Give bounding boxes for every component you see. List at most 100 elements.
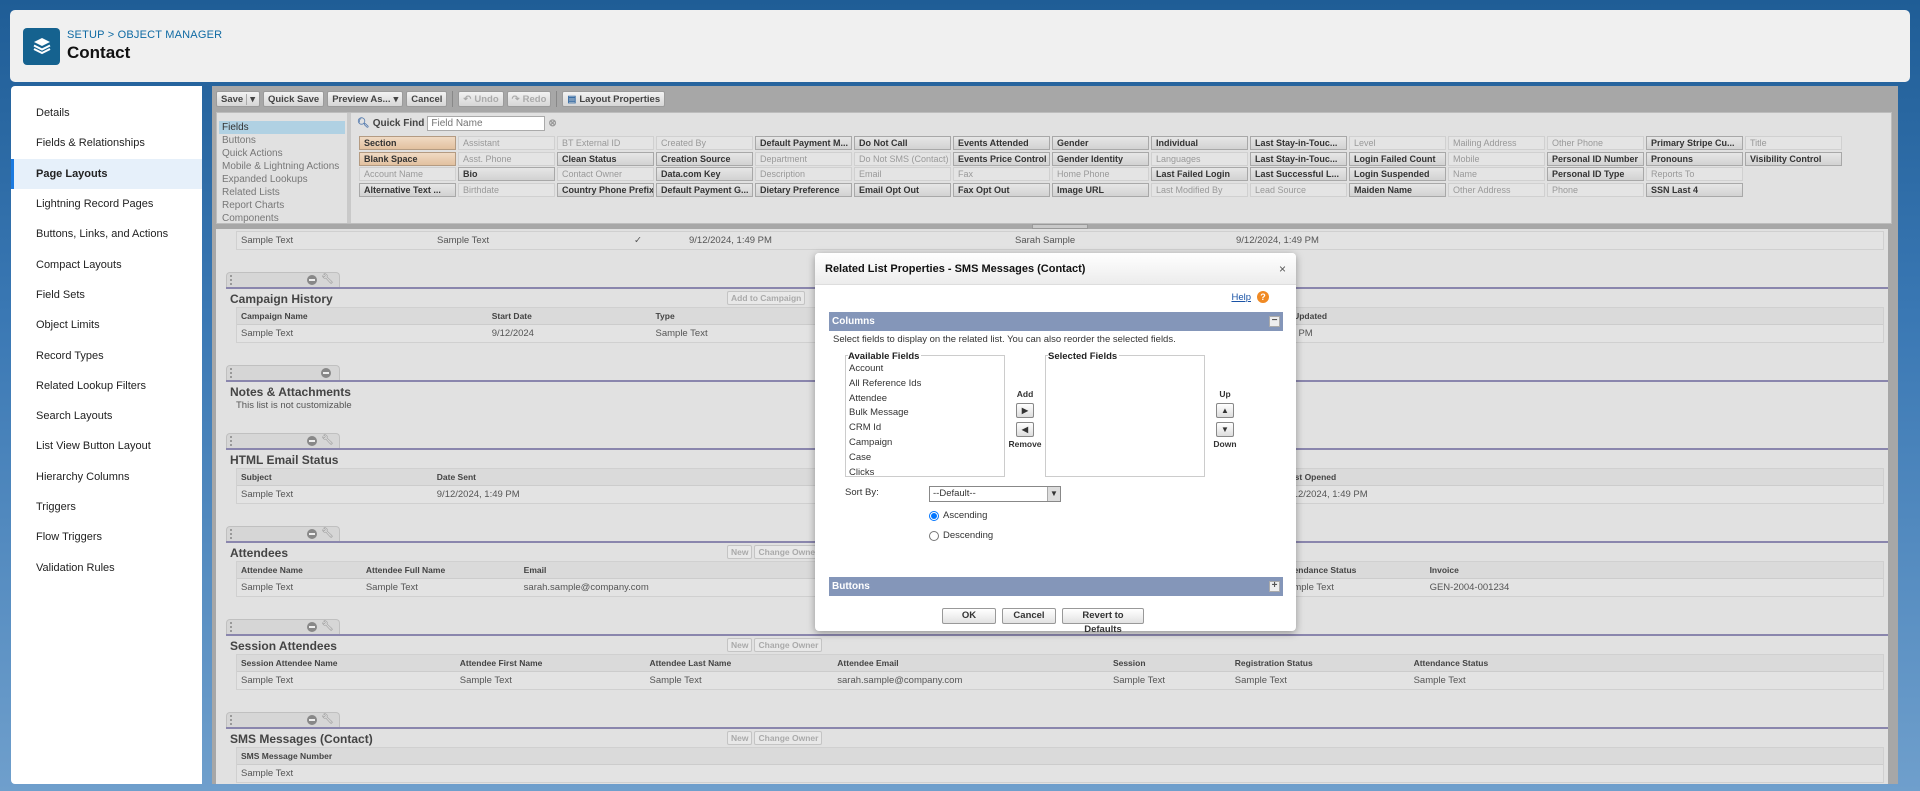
drag-handle-icon[interactable] [230, 622, 232, 632]
sidebar-item[interactable]: Field Sets [11, 280, 202, 310]
palette-field[interactable]: Gender [1052, 136, 1149, 150]
sidebar-item[interactable]: Hierarchy Columns [11, 462, 202, 492]
section-handle[interactable]: 🔧︎ [226, 272, 340, 287]
palette-category[interactable]: Buttons [219, 134, 345, 147]
palette-field[interactable]: Account Name [359, 167, 456, 181]
section-handle[interactable]: 🔧︎ [226, 526, 340, 541]
palette-field[interactable]: Do Not Call [854, 136, 951, 150]
revert-to-defaults-button[interactable]: Revert to Defaults [1062, 608, 1144, 635]
breadcrumb[interactable]: SETUP > OBJECT MANAGER [67, 29, 222, 41]
palette-category[interactable]: Fields [219, 121, 345, 134]
palette-field[interactable]: Last Stay-in-Touc... [1250, 136, 1347, 150]
sidebar-item[interactable]: Validation Rules [11, 552, 202, 582]
section-button[interactable]: Add to Campaign [727, 291, 806, 305]
palette-field[interactable]: Asst. Phone [458, 151, 555, 166]
available-field-option[interactable]: All Reference Ids [846, 377, 1004, 392]
add-button[interactable]: ▶ [1016, 403, 1034, 418]
save-button[interactable]: Save ▾ [216, 91, 260, 107]
palette-field[interactable]: Gender Identity [1052, 151, 1149, 166]
help-icon[interactable]: ? [1257, 291, 1269, 303]
clear-icon[interactable]: ⊗ [548, 118, 556, 129]
drag-handle-icon[interactable] [230, 715, 232, 725]
sidebar-item[interactable]: Buttons, Links, and Actions [11, 219, 202, 249]
palette-field[interactable]: Bio [458, 167, 555, 181]
palette-field[interactable]: Languages [1151, 151, 1248, 166]
available-field-option[interactable]: Clicks [846, 466, 1004, 481]
section-button[interactable]: Change Owner [754, 731, 823, 745]
palette-category[interactable]: Mobile & Lightning Actions [219, 160, 345, 173]
section-button[interactable]: New [727, 545, 753, 559]
palette-field[interactable]: Alternative Text ... [359, 182, 456, 197]
available-field-option[interactable]: Case [846, 451, 1004, 466]
sidebar-item[interactable]: Fields & Relationships [11, 128, 202, 158]
palette-field[interactable]: Data.com Key [656, 167, 753, 181]
palette-field[interactable]: Primary Stripe Cu... [1646, 136, 1743, 150]
palette-category[interactable]: Expanded Lookups [219, 173, 345, 186]
available-field-option[interactable]: Campaign [846, 436, 1004, 451]
sidebar-item[interactable]: Triggers [11, 492, 202, 522]
palette-field[interactable]: Department [755, 151, 852, 166]
close-icon[interactable]: × [1279, 262, 1286, 276]
palette-field[interactable]: Mailing Address [1448, 136, 1545, 150]
help-link[interactable]: Help [1231, 292, 1251, 303]
palette-field[interactable]: BT External ID [557, 136, 654, 150]
palette-field[interactable]: Home Phone [1052, 167, 1149, 181]
sort-by-select[interactable]: --Default-- ▼ [929, 486, 1061, 502]
palette-field[interactable]: Fax [953, 167, 1050, 181]
palette-field[interactable]: Image URL [1052, 182, 1149, 197]
palette-field[interactable]: Level [1349, 136, 1446, 150]
drag-handle-icon[interactable] [230, 436, 232, 446]
sidebar-item[interactable]: Related Lookup Filters [11, 371, 202, 401]
section-handle[interactable]: 🔧︎ [226, 712, 340, 727]
undo-button[interactable]: ↶ Undo [458, 91, 504, 107]
palette-field[interactable]: SSN Last 4 [1646, 182, 1743, 197]
palette-field[interactable]: Name [1448, 167, 1545, 181]
wrench-icon[interactable]: 🔧︎ [321, 435, 334, 446]
palette-field[interactable]: Other Phone [1547, 136, 1644, 150]
dialog-cancel-button[interactable]: Cancel [1002, 608, 1056, 624]
palette-field[interactable]: Events Attended [953, 136, 1050, 150]
descending-radio[interactable]: Descending [929, 530, 993, 541]
palette-field[interactable]: Personal ID Type [1547, 167, 1644, 181]
palette-category[interactable]: Related Lists [219, 186, 345, 199]
palette-field[interactable]: Birthdate [458, 182, 555, 197]
available-field-option[interactable]: Account [846, 362, 1004, 377]
palette-field[interactable]: Section [359, 136, 456, 150]
sidebar-item[interactable]: Record Types [11, 340, 202, 370]
quick-find-input[interactable] [427, 116, 546, 131]
wrench-icon[interactable]: 🔧︎ [321, 274, 334, 285]
palette-field[interactable]: Last Failed Login [1151, 167, 1248, 181]
section-button[interactable]: Change Owner [754, 545, 823, 559]
expand-icon[interactable]: + [1269, 581, 1280, 592]
layout-properties-button[interactable]: ▤ Layout Properties [562, 91, 666, 107]
columns-section-header[interactable]: Columns − [829, 312, 1283, 331]
palette-field[interactable]: Pronouns [1646, 151, 1743, 166]
remove-icon[interactable] [307, 436, 317, 446]
drag-handle-icon[interactable] [230, 529, 232, 539]
section-button[interactable]: New [727, 638, 753, 652]
palette-field[interactable]: Default Payment M... [755, 136, 852, 150]
ascending-radio-input[interactable] [929, 510, 939, 521]
wrench-icon[interactable]: 🔧︎ [321, 714, 334, 725]
palette-field[interactable]: Dietary Preference [755, 182, 852, 197]
palette-field[interactable]: Mobile [1448, 151, 1545, 166]
sidebar-item[interactable]: List View Button Layout [11, 431, 202, 461]
available-field-option[interactable]: Bulk Message [846, 406, 1004, 421]
redo-button[interactable]: ↷ Redo [506, 91, 552, 107]
ascending-radio[interactable]: Ascending [929, 510, 987, 521]
palette-field[interactable]: Last Successful L... [1250, 167, 1347, 181]
palette-field[interactable]: Do Not SMS (Contact) [854, 151, 951, 166]
palette-category[interactable]: Quick Actions [219, 147, 345, 160]
remove-icon[interactable] [307, 529, 317, 539]
buttons-section-header[interactable]: Buttons + [829, 577, 1283, 596]
palette-field[interactable]: Blank Space [359, 151, 456, 166]
palette-field[interactable]: Title [1745, 136, 1842, 150]
drag-handle-icon[interactable] [230, 368, 232, 378]
palette-field[interactable]: Default Payment G... [656, 182, 753, 197]
remove-icon[interactable] [307, 622, 317, 632]
palette-field[interactable]: Country Phone Prefix [557, 182, 654, 197]
cancel-button[interactable]: Cancel [406, 91, 448, 107]
palette-field[interactable]: Last Stay-in-Touc... [1250, 151, 1347, 166]
palette-field[interactable]: Events Price Control [953, 151, 1050, 166]
selected-fields-list[interactable]: Selected Fields [1045, 351, 1205, 477]
